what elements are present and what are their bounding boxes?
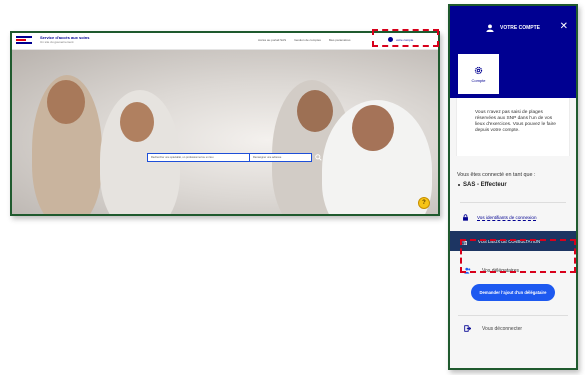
menu-identifiers-label: Vos identifiants de connexion xyxy=(477,215,537,220)
top-link-gestion[interactable]: Gestion de comptes xyxy=(294,38,321,42)
brand-subtitle: Un site du gouvernement xyxy=(40,40,74,44)
brand[interactable]: Service d'accès aux soins Un site du gou… xyxy=(40,35,89,45)
search-icon[interactable] xyxy=(315,154,322,161)
user-icon xyxy=(486,24,494,32)
panel-header: VOTRE COMPTE ✕ xyxy=(450,6,576,54)
account-panel: VOTRE COMPTE ✕ Compte Vous n'avez pas sa… xyxy=(448,4,578,370)
person-shape xyxy=(352,105,394,151)
divider xyxy=(460,202,566,203)
location-input[interactable]: Renseigner une adresse xyxy=(250,153,312,162)
role-label: SAS - Effecteur xyxy=(456,178,570,188)
person-shape xyxy=(297,90,333,132)
panel-body: Vous n'avez pas saisi de plages réservée… xyxy=(450,98,576,368)
hero-image xyxy=(12,50,438,214)
person-shape xyxy=(120,102,154,142)
republique-logo xyxy=(16,36,32,47)
panel-title-text: VOTRE COMPTE xyxy=(499,25,540,31)
top-link-portail[interactable]: Accès au portail SAS xyxy=(258,38,286,42)
search-bar: Rechercher une spécialité, un profession… xyxy=(147,153,312,162)
highlight-account xyxy=(372,29,439,47)
add-delegate-button[interactable]: Demander l'ajout d'un délégataire xyxy=(471,284,555,301)
tab-compte-label: Compte xyxy=(471,77,486,83)
logout-icon xyxy=(464,325,471,332)
highlight-lieux xyxy=(460,239,576,273)
top-links: Accès au portail SAS Gestion de comptes … xyxy=(258,38,351,42)
panel-title: VOTRE COMPTE xyxy=(450,24,576,32)
close-icon[interactable]: ✕ xyxy=(560,22,568,32)
info-box: Vous n'avez pas saisi de plages réservée… xyxy=(456,98,570,156)
divider xyxy=(458,315,568,316)
gear-icon xyxy=(474,66,483,74)
info-text: Vous n'avez pas saisi de plages réservée… xyxy=(475,110,556,133)
logout-label: Vous déconnecter xyxy=(482,325,523,332)
tab-bar: Compte xyxy=(450,54,576,98)
tab-underline xyxy=(458,94,499,96)
help-button[interactable]: ? xyxy=(418,197,430,209)
site-screenshot: Service d'accès aux soins Un site du gou… xyxy=(10,31,440,216)
tab-compte[interactable]: Compte xyxy=(458,54,499,94)
search-input[interactable]: Rechercher une spécialité, un profession… xyxy=(147,153,250,162)
menu-identifiers[interactable]: Vos identifiants de connexion xyxy=(456,210,570,221)
top-link-parametres[interactable]: Mes paramètres xyxy=(329,38,351,42)
logout-link[interactable]: Vous déconnecter xyxy=(456,325,570,332)
connected-label: Vous êtes connecté en tant que : xyxy=(457,172,536,178)
lock-icon xyxy=(463,214,468,221)
person-shape xyxy=(47,80,85,124)
